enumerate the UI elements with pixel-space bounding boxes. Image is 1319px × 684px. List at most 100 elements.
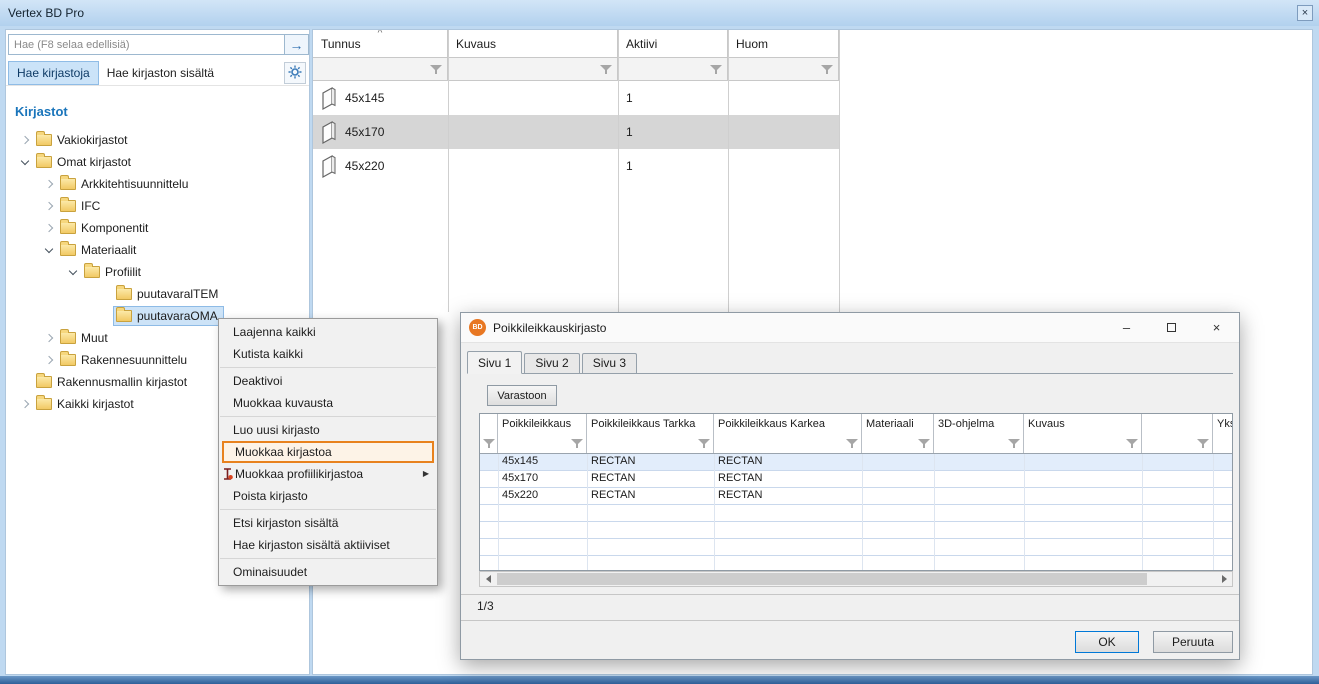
empty-row[interactable] [480,539,1232,556]
tree-item-content[interactable]: Muut [58,329,113,347]
tree-item-puutavaraltem[interactable]: puutavaralTEM [6,283,309,305]
column-header-3d-ohjelma[interactable]: 3D-ohjelma [934,414,1024,453]
chevron-right-icon[interactable] [42,176,58,192]
tree-item-profiilit[interactable]: Profiilit [6,261,309,283]
empty-row[interactable] [480,505,1232,522]
tab-sivu-2[interactable]: Sivu 2 [524,353,579,373]
chevron-right-icon[interactable] [18,396,34,412]
cross-section-row-45x170[interactable]: 45x170 RECTAN RECTAN [480,471,1232,488]
profile-row-45x145[interactable]: 45x145 1 [313,81,839,115]
window-close-button[interactable]: × [1297,5,1313,21]
tab-sivu-1[interactable]: Sivu 1 [467,351,522,374]
tree-item-content[interactable]: puutavaralTEM [114,285,223,303]
filter-icon[interactable] [430,64,442,75]
menu-item-muokkaa-kuvausta[interactable]: Muokkaa kuvausta [219,392,437,414]
tree-item-content[interactable]: Profiilit [82,263,146,281]
menu-item-laajenna-kaikki[interactable]: Laajenna kaikki [219,321,437,343]
menu-item-kutista-kaikki[interactable]: Kutista kaikki [219,343,437,365]
row-selector-header[interactable] [480,414,498,453]
horizontal-scrollbar[interactable] [479,571,1233,587]
column-header-kuvaus[interactable]: Kuvaus [1024,414,1142,453]
peruuta-button[interactable]: Peruuta [1153,631,1233,653]
filter-icon[interactable] [483,438,495,449]
column-header-kuvaus[interactable]: Kuvaus [448,30,618,57]
tree-item-omat-kirjastot[interactable]: Omat kirjastot [6,151,309,173]
tree-item-content[interactable]: Rakennusmallin kirjastot [34,373,192,391]
filter-icon[interactable] [1126,438,1138,449]
filter-icon[interactable] [571,438,583,449]
tree-item-content[interactable]: Materiaalit [58,241,141,259]
column-header-tunnus[interactable]: ^ Tunnus [313,30,448,57]
menu-item-etsi-kirjaston-sisalta[interactable]: Etsi kirjaston sisältä [219,512,437,534]
chevron-down-icon[interactable] [18,154,34,170]
tree-item-content[interactable]: Omat kirjastot [34,153,136,171]
column-header-yks[interactable]: Yks [1213,414,1232,453]
tab-hae-kirjastoja[interactable]: Hae kirjastoja [8,61,99,85]
column-header-poikkileikkaus-tarkka[interactable]: Poikkileikkaus Tarkka [587,414,714,453]
menu-item-hae-kirjaston-sisalta-aktiiviset[interactable]: Hae kirjaston sisältä aktiiviset [219,534,437,556]
filter-icon[interactable] [710,64,722,75]
chevron-right-icon[interactable] [18,132,34,148]
column-header-huom[interactable]: Huom [728,30,839,57]
filter-icon[interactable] [698,438,710,449]
column-header-poikkileikkaus[interactable]: Poikkileikkaus [498,414,587,453]
column-divider [839,30,840,312]
folder-icon [60,244,76,256]
chevron-right-icon[interactable] [42,330,58,346]
tree-item-komponentit[interactable]: Komponentit [6,217,309,239]
tree-item-arkkitehtisuunnittelu[interactable]: Arkkitehtisuunnittelu [6,173,309,195]
filter-icon[interactable] [600,64,612,75]
tree-item-materiaalit[interactable]: Materiaalit [6,239,309,261]
filter-icon[interactable] [1197,438,1209,449]
chevron-right-icon[interactable] [42,220,58,236]
profile-row-45x220[interactable]: 45x220 1 [313,149,839,183]
column-header-poikkileikkaus-karkea[interactable]: Poikkileikkaus Karkea [714,414,862,453]
chevron-right-icon[interactable] [42,198,58,214]
chevron-right-icon[interactable] [42,352,58,368]
tree-item-content[interactable]: Vakiokirjastot [34,131,132,149]
empty-row[interactable] [480,556,1232,571]
scroll-left-button[interactable] [480,572,496,586]
chevron-down-icon[interactable] [66,264,82,280]
search-settings-button[interactable] [284,62,306,84]
filter-icon[interactable] [918,438,930,449]
chevron-down-icon[interactable] [42,242,58,258]
tree-item-content[interactable]: Kaikki kirjastot [34,395,139,413]
menu-item-luo-uusi-kirjasto[interactable]: Luo uusi kirjasto [219,419,437,441]
column-header-aktiivi[interactable]: Aktiivi [618,30,728,57]
tab-hae-kirjaston-sisalta[interactable]: Hae kirjaston sisältä [99,62,222,84]
search-go-button[interactable]: → [285,34,309,55]
scroll-right-button[interactable] [1216,572,1232,586]
library-search-input[interactable] [8,34,285,55]
menu-item-ominaisuudet[interactable]: Ominaisuudet [219,561,437,583]
menu-item-poista-kirjasto[interactable]: Poista kirjasto [219,485,437,507]
column-header-unnamed[interactable] [1142,414,1213,453]
dialog-titlebar[interactable]: BD Poikkileikkauskirjasto – × [461,313,1239,343]
tree-item-content[interactable]: IFC [58,197,105,215]
scrollbar-thumb[interactable] [497,573,1147,585]
minimize-button[interactable]: – [1104,313,1149,342]
tree-item-vakiokirjastot[interactable]: Vakiokirjastot [6,129,309,151]
filter-icon[interactable] [846,438,858,449]
profile-row-45x170[interactable]: 45x170 1 [313,115,839,149]
menu-item-deaktivoi[interactable]: Deaktivoi [219,370,437,392]
cross-section-row-45x145[interactable]: 45x145 RECTAN RECTAN [480,454,1232,471]
tree-item-content[interactable]: puutavaraOMA [114,307,223,325]
filter-icon[interactable] [821,64,833,75]
varastoon-button[interactable]: Varastoon [487,385,557,406]
menu-item-muokkaa-profiilikirjastoa[interactable]: Muokkaa profiilikirjastoa ▶ [219,463,437,485]
menu-item-muokkaa-kirjastoa[interactable]: Muokkaa kirjastoa [222,441,434,463]
cross-section-row-45x220[interactable]: 45x220 RECTAN RECTAN [480,488,1232,505]
tree-item-ifc[interactable]: IFC [6,195,309,217]
tree-item-content[interactable]: Rakennesuunnittelu [58,351,192,369]
tree-item-content[interactable]: Arkkitehtisuunnittelu [58,175,193,193]
column-header-materiaali[interactable]: Materiaali [862,414,934,453]
dialog-close-button[interactable]: × [1194,313,1239,342]
window-titlebar[interactable]: Vertex BD Pro [0,0,1319,26]
empty-row[interactable] [480,522,1232,539]
tab-sivu-3[interactable]: Sivu 3 [582,353,637,373]
tree-item-content[interactable]: Komponentit [58,219,153,237]
maximize-button[interactable] [1149,313,1194,342]
ok-button[interactable]: OK [1075,631,1139,653]
filter-icon[interactable] [1008,438,1020,449]
